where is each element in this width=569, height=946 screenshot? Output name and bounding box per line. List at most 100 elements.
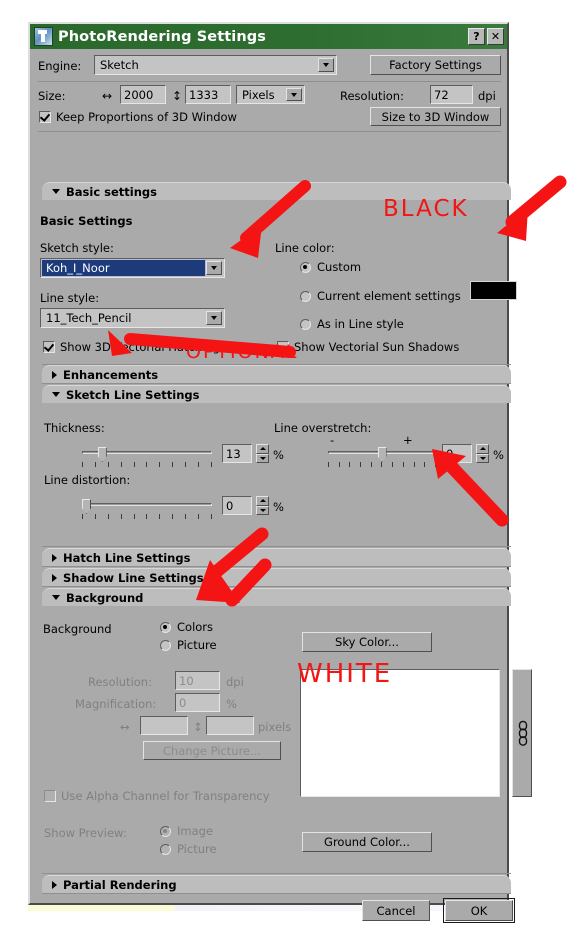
section-header-partial-rendering[interactable]: Partial Rendering [42,875,511,893]
picture-width-input [140,716,188,735]
thickness-slider[interactable] [82,447,212,467]
slider-thumb[interactable] [97,447,107,462]
units-select[interactable]: Pixels [236,85,305,104]
checkbox-icon [277,341,289,353]
chevron-right-icon [52,553,57,562]
app-icon [34,27,53,46]
line-distortion-slider[interactable] [82,499,212,519]
line-color-option-custom[interactable]: Custom [300,260,361,274]
stepper-down-icon[interactable] [256,453,269,463]
section-header-enhancements[interactable]: Enhancements [42,365,511,383]
line-overstretch-stepper[interactable] [476,444,489,463]
window-title: PhotoRendering Settings [58,28,266,45]
background-option-picture[interactable]: Picture [160,638,217,652]
resolution-label: Resolution: [340,89,404,103]
chevron-right-icon [52,880,57,889]
background-preview [300,669,500,797]
show-preview-option-label: Image [177,824,214,838]
size-label: Size: [38,89,66,103]
slider-thumb[interactable] [377,447,387,462]
sky-color-button[interactable]: Sky Color... [302,632,432,652]
stepper-down-icon[interactable] [256,505,269,515]
chevron-down-icon[interactable] [206,261,222,275]
resolution-input[interactable]: 72 [430,85,473,104]
line-distortion-stepper[interactable] [256,496,269,515]
ground-color-button[interactable]: Ground Color... [302,832,432,852]
picture-width-arrow-icon: ↔ [120,720,130,734]
section-header-sketch-line-settings[interactable]: Sketch Line Settings [42,385,511,403]
stepper-up-icon[interactable] [476,444,489,454]
picture-magnification-label: Magnification: [75,697,157,711]
sketch-style-label: Sketch style: [40,241,114,255]
slider-thumb[interactable] [82,499,91,514]
stepper-up-icon[interactable] [256,444,269,454]
help-button[interactable]: ? [468,28,485,45]
keep-proportions-checkbox[interactable]: Keep Proportions of 3D Window [39,110,237,124]
thickness-input[interactable]: 13 [222,444,252,463]
height-input[interactable]: 1333 [185,85,231,104]
section-title: Basic settings [66,184,157,199]
line-style-select[interactable]: 11_Tech_Pencil [40,308,225,328]
link-proportions-toggle[interactable] [512,669,532,797]
screenshot-root: PhotoRendering Settings ? ✕ Engine: Sket… [0,0,569,946]
engine-select[interactable]: Sketch [94,55,337,75]
close-icon[interactable]: ✕ [487,28,504,45]
divider [42,546,511,547]
show-preview-option-picture: Picture [160,842,217,856]
show-preview-label: Show Preview: [44,826,127,840]
divider [42,873,511,874]
cancel-button[interactable]: Cancel [362,900,430,921]
height-arrow-icon: ↕ [172,89,183,103]
radio-icon [160,843,171,855]
chevron-right-icon [52,573,57,582]
section-header-hatch-line-settings[interactable]: Hatch Line Settings [42,548,511,566]
radio-icon [300,261,311,273]
line-distortion-input[interactable]: 0 [222,496,252,515]
line-color-option-label: Current element settings [317,289,461,303]
sketch-style-select[interactable]: Koh_I_Noor [40,258,225,278]
ok-button[interactable]: OK [443,898,515,923]
checkbox-icon [43,341,55,353]
line-color-swatch[interactable] [470,281,517,300]
section-header-shadow-line-settings[interactable]: Shadow Line Settings [42,568,511,586]
chevron-down-icon [52,595,60,600]
show-vectorial-sun-shadows-label: Show Vectorial Sun Shadows [294,340,460,354]
line-color-label: Line color: [275,241,335,255]
title-bar: PhotoRendering Settings ? ✕ [30,24,507,49]
chevron-down-icon[interactable] [206,311,222,325]
engine-value: Sketch [100,58,139,72]
show-3d-vectorial-hatching-checkbox[interactable]: Show 3D Vectorial Hatching [43,340,220,354]
engine-label: Engine: [38,59,82,73]
width-input[interactable]: 2000 [120,85,166,104]
line-overstretch-input[interactable]: 0 [442,444,472,463]
chevron-right-icon [52,370,57,379]
checkbox-icon [39,111,51,123]
line-distortion-label: Line distortion: [44,473,131,487]
show-3d-vectorial-hatching-label: Show 3D Vectorial Hatching [60,340,220,354]
show-vectorial-sun-shadows-checkbox[interactable]: Show Vectorial Sun Shadows [277,340,459,354]
chevron-down-icon[interactable] [286,88,302,101]
checkbox-icon [44,790,56,802]
dpi-label: dpi [478,89,496,103]
line-color-option-current-element[interactable]: Current element settings [300,289,461,303]
line-style-value: 11_Tech_Pencil [46,311,132,325]
radio-icon [300,290,311,302]
stepper-up-icon[interactable] [256,496,269,506]
background-option-colors[interactable]: Colors [160,620,213,634]
section-title: Enhancements [63,367,159,382]
picture-resolution-unit: dpi [226,675,244,689]
picture-height-input [206,716,254,735]
size-to-3d-window-button[interactable]: Size to 3D Window [370,107,501,126]
factory-settings-button[interactable]: Factory Settings [370,55,501,75]
section-header-background[interactable]: Background [42,588,511,606]
picture-magnification-input: 0 [175,693,220,712]
divider [42,893,511,894]
line-overstretch-slider[interactable] [328,447,436,467]
overstretch-plus-label: + [403,433,413,447]
line-color-option-as-in-line-style[interactable]: As in Line style [300,317,404,331]
thickness-stepper[interactable] [256,444,269,463]
section-header-basic-settings[interactable]: Basic settings [42,182,511,200]
stepper-down-icon[interactable] [476,453,489,463]
line-distortion-unit: % [273,500,284,514]
chevron-down-icon[interactable] [318,58,334,72]
